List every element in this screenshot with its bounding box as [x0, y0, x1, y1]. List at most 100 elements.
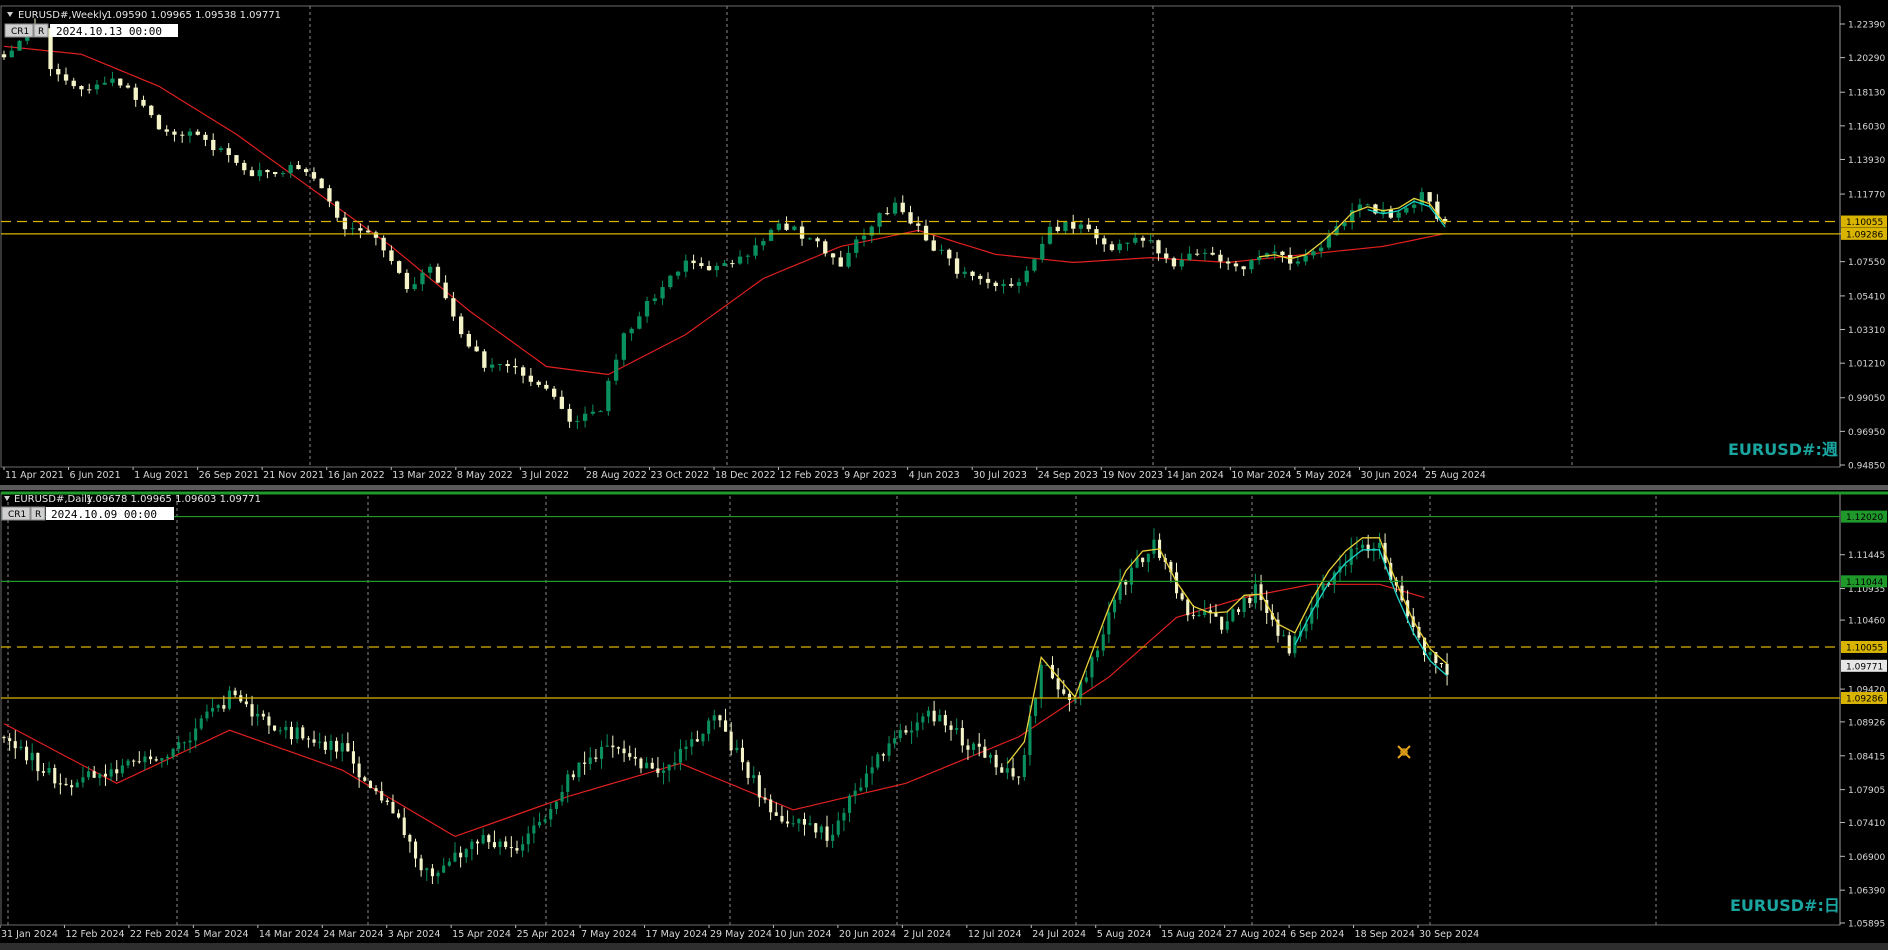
d-candle-body	[476, 841, 480, 844]
d-candle-body	[425, 868, 429, 871]
d-price-badge: 1.12020	[1841, 510, 1887, 523]
d-candle-body	[380, 791, 384, 801]
d-candle	[718, 714, 722, 728]
w-candle	[435, 263, 441, 284]
d-candle-body	[1146, 553, 1150, 563]
d-candle-body	[786, 821, 790, 824]
d-candle	[724, 708, 728, 732]
w-candle	[482, 348, 487, 372]
w-candle	[598, 409, 603, 413]
weekly-r-button[interactable]: R	[33, 23, 49, 38]
w-candle	[288, 161, 293, 179]
d-candle-body	[492, 842, 496, 848]
w-candle	[187, 128, 193, 143]
w-candle-body	[1078, 224, 1084, 229]
d-candle	[13, 730, 17, 759]
d-time-tick-label: 12 Feb 2024	[65, 929, 124, 940]
w-candle	[761, 238, 766, 251]
d-candle	[633, 747, 637, 766]
w-candle	[567, 403, 572, 428]
w-candle	[621, 332, 626, 366]
d-candle-body	[1361, 544, 1365, 549]
w-candle	[768, 228, 774, 242]
w-candle	[908, 205, 913, 225]
chevron-down-icon[interactable]	[4, 496, 10, 501]
d-candle-body	[1220, 616, 1224, 630]
daily-r-button[interactable]: R	[30, 506, 46, 521]
d-candle-body	[233, 690, 237, 696]
d-candle-body	[98, 773, 102, 778]
d-candle	[583, 751, 587, 775]
w-candle	[861, 228, 867, 247]
d-candle	[1056, 668, 1060, 698]
d-candle-body	[1129, 567, 1133, 585]
daily-chart-canvas[interactable]: 1.114451.109351.104601.094201.089261.084…	[0, 490, 1888, 943]
d-candle-body	[250, 704, 254, 717]
w-candle-body	[521, 367, 526, 376]
d-candle-body	[543, 819, 547, 822]
w-candle	[854, 236, 859, 258]
d-candle-body	[87, 771, 91, 778]
w-candle-body	[149, 105, 154, 116]
d-candle-body	[780, 815, 784, 822]
bottom-tab-bar[interactable]	[0, 943, 1888, 950]
chevron-down-icon[interactable]	[7, 12, 13, 17]
w-time-tick-label: 8 May 2022	[457, 470, 513, 481]
w-candle	[1001, 279, 1006, 294]
w-price-tick-label: 1.16030	[1848, 122, 1885, 132]
d-candle	[1000, 763, 1004, 773]
drawing-tool-icon[interactable]	[1397, 745, 1411, 759]
w-candle	[404, 269, 410, 293]
w-candle-body	[1280, 251, 1285, 255]
d-candle	[1259, 574, 1263, 611]
w-candle-body	[985, 278, 991, 283]
d-candle-body	[859, 787, 863, 791]
w-price-tick-label: 1.20290	[1848, 54, 1885, 64]
weekly-chart-panel[interactable]: 1.22390 1.20290 1.18130 1.16030 1.13930 1.117…	[0, 0, 1888, 485]
w-candle	[877, 212, 882, 234]
w-candle	[342, 212, 348, 237]
w-candle-body	[1412, 204, 1417, 208]
d-candle	[983, 739, 987, 759]
w-candle-body	[79, 86, 84, 90]
d-candle	[616, 746, 620, 755]
w-candle-body	[528, 375, 533, 382]
daily-cr-button[interactable]: CR1	[1, 506, 31, 521]
w-candle-body	[923, 225, 929, 241]
d-time-tick-label: 22 Feb 2024	[130, 929, 189, 940]
d-time-tick-label: 24 Jul 2024	[1032, 929, 1086, 940]
w-candle-body	[947, 249, 952, 259]
w-candle-body	[978, 275, 983, 279]
w-candle	[1404, 206, 1409, 215]
d-candle	[504, 836, 508, 850]
d-candle	[329, 734, 333, 762]
w-candle-body	[311, 172, 317, 179]
weekly-chart-canvas[interactable]: 1.22390 1.20290 1.18130 1.16030 1.13930 1.117…	[0, 0, 1888, 485]
d-candle-body	[25, 746, 29, 761]
d-candle	[36, 752, 40, 781]
d-candle-body	[211, 707, 215, 712]
daily-chart-panel[interactable]: 1.11445 1.10935 1.10460 1.09420 1.08926 1.084…	[0, 490, 1888, 943]
d-candle-body	[447, 861, 451, 866]
d-candle-body	[30, 752, 34, 761]
w-candle-body	[102, 82, 107, 85]
d-candle	[740, 739, 744, 771]
weekly-cr-button[interactable]: CR1	[4, 23, 34, 38]
w-candle	[807, 237, 812, 241]
w-candle	[1412, 198, 1417, 214]
w-candle	[683, 254, 688, 278]
w-candle-body	[885, 213, 890, 215]
w-candle-body	[846, 252, 851, 267]
daily-cr-button-label: CR1	[8, 510, 26, 520]
w-candle-body	[9, 50, 14, 58]
w-candle-body	[1179, 259, 1184, 267]
w-candle-body	[854, 239, 859, 253]
d-candle-body	[515, 848, 519, 851]
d-candle-body	[81, 777, 85, 783]
d-candle	[802, 812, 806, 836]
w-candle-body	[273, 172, 278, 174]
d-candle-body	[1231, 609, 1235, 622]
d-candle-body	[802, 819, 806, 825]
w-candle-body	[327, 188, 332, 202]
d-candle-body	[921, 716, 925, 723]
